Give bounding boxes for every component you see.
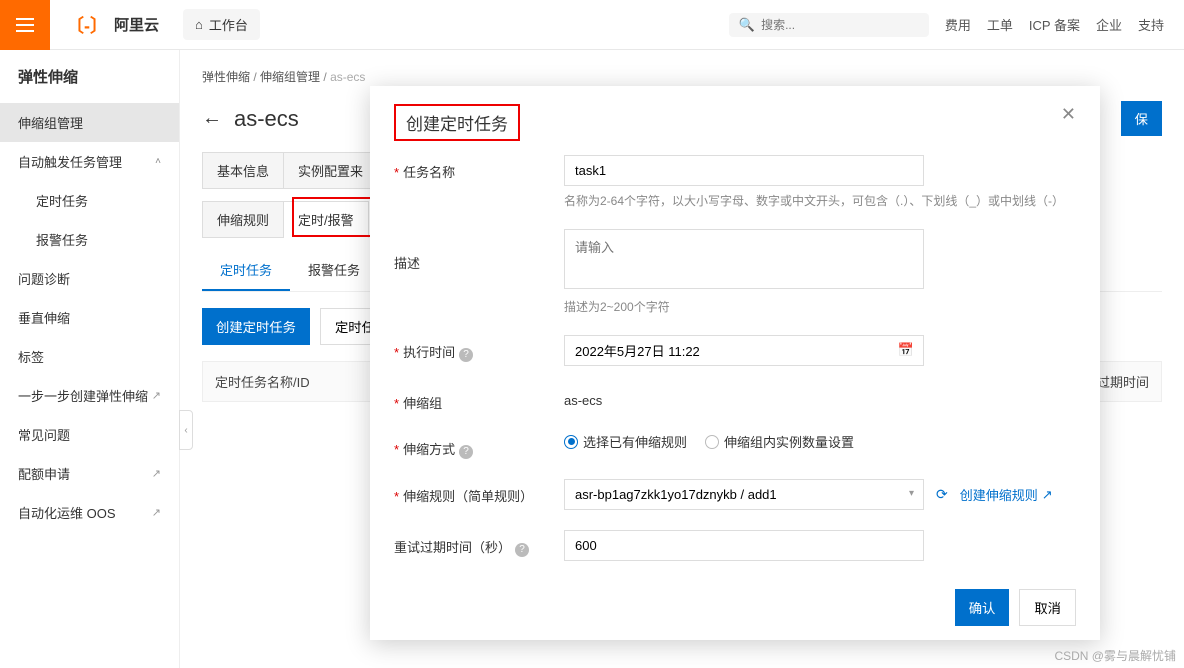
label-method: *伸缩方式? bbox=[394, 432, 564, 459]
radio-instance-count[interactable]: 伸缩组内实例数量设置 bbox=[705, 432, 854, 451]
calendar-icon[interactable]: 📅 bbox=[898, 342, 914, 358]
logo[interactable]: 〔-〕 阿里云 bbox=[50, 12, 175, 38]
sidebar-item-oos[interactable]: 自动化运维 OOS↗ bbox=[0, 493, 179, 532]
search-input[interactable] bbox=[761, 18, 919, 32]
subtab-alarm[interactable]: 报警任务 bbox=[290, 250, 378, 291]
crumb-current: as-ecs bbox=[330, 70, 365, 84]
watermark: CSDN @雾与晨解忧铺 bbox=[1054, 647, 1176, 664]
help-icon[interactable]: ? bbox=[515, 543, 529, 557]
brand-text: 阿里云 bbox=[114, 14, 159, 35]
home-icon: ⌂ bbox=[195, 17, 203, 32]
top-links: 费用 工单 ICP 备案 企业 支持 bbox=[945, 15, 1184, 34]
desc-textarea[interactable] bbox=[564, 229, 924, 289]
retry-input[interactable] bbox=[564, 530, 924, 561]
top-link-support[interactable]: 支持 bbox=[1138, 15, 1164, 34]
hamburger-icon bbox=[16, 18, 34, 32]
sidebar-item-tags[interactable]: 标签 bbox=[0, 337, 179, 376]
sidebar-title: 弹性伸缩 bbox=[0, 50, 179, 103]
label-group: *伸缩组 bbox=[394, 386, 564, 412]
close-icon[interactable]: ✕ bbox=[1061, 104, 1076, 125]
save-button[interactable]: 保 bbox=[1121, 101, 1162, 136]
tab-scheduled-alarm[interactable]: 定时/报警 bbox=[284, 201, 369, 238]
external-link-icon: ↗ bbox=[152, 506, 161, 519]
chevron-up-icon: ˄ bbox=[155, 156, 161, 167]
top-link-enterprise[interactable]: 企业 bbox=[1096, 15, 1122, 34]
workbench-link[interactable]: ⌂ 工作台 bbox=[183, 9, 260, 40]
cancel-button[interactable]: 取消 bbox=[1019, 589, 1076, 626]
sidebar-item-scheduled[interactable]: 定时任务 bbox=[0, 181, 179, 220]
create-scheduled-task-button[interactable]: 创建定时任务 bbox=[202, 308, 310, 345]
sidebar-item-faq[interactable]: 常见问题 bbox=[0, 415, 179, 454]
sidebar: 弹性伸缩 伸缩组管理 自动触发任务管理˄ 定时任务 报警任务 问题诊断 垂直伸缩… bbox=[0, 50, 180, 668]
create-task-modal: 创建定时任务 ✕ *任务名称 名称为2-64个字符，以大小写字母、数字或中文开头… bbox=[370, 86, 1100, 640]
desc-hint: 描述为2~200个字符 bbox=[564, 298, 1076, 315]
sidebar-item-alarm[interactable]: 报警任务 bbox=[0, 220, 179, 259]
task-name-input[interactable] bbox=[564, 155, 924, 186]
radio-existing-rule[interactable]: 选择已有伸缩规则 bbox=[564, 432, 687, 451]
crumb-root[interactable]: 弹性伸缩 bbox=[202, 70, 250, 84]
sidebar-item-quota[interactable]: 配额申请↗ bbox=[0, 454, 179, 493]
refresh-icon[interactable]: ⟳ bbox=[936, 486, 948, 503]
sidebar-collapse-handle[interactable]: ‹ bbox=[179, 410, 193, 450]
modal-title: 创建定时任务 bbox=[406, 115, 508, 134]
sidebar-item-vertical[interactable]: 垂直伸缩 bbox=[0, 298, 179, 337]
group-value: as-ecs bbox=[564, 386, 1076, 408]
label-exec-time: *执行时间? bbox=[394, 335, 564, 362]
top-link-fee[interactable]: 费用 bbox=[945, 15, 971, 34]
create-rule-link[interactable]: 创建伸缩规则↗ bbox=[960, 485, 1053, 504]
label-retry: 重试过期时间（秒）? bbox=[394, 530, 564, 557]
external-link-icon: ↗ bbox=[152, 467, 161, 480]
top-link-ticket[interactable]: 工单 bbox=[987, 15, 1013, 34]
tab-basic-info[interactable]: 基本信息 bbox=[202, 152, 284, 189]
menu-toggle[interactable] bbox=[0, 0, 50, 50]
rule-select[interactable] bbox=[564, 479, 924, 510]
exec-time-input[interactable] bbox=[564, 335, 924, 366]
confirm-button[interactable]: 确认 bbox=[955, 589, 1010, 626]
top-link-icp[interactable]: ICP 备案 bbox=[1029, 15, 1080, 34]
sidebar-item-auto-trigger[interactable]: 自动触发任务管理˄ bbox=[0, 142, 179, 181]
label-task-name: *任务名称 bbox=[394, 155, 564, 181]
label-desc: 描述 bbox=[394, 229, 564, 272]
search-box[interactable]: 🔍 bbox=[729, 13, 929, 37]
sidebar-item-diagnosis[interactable]: 问题诊断 bbox=[0, 259, 179, 298]
tab-instance-config[interactable]: 实例配置来 bbox=[284, 152, 378, 189]
modal-title-highlight: 创建定时任务 bbox=[394, 104, 520, 141]
topbar: 〔-〕 阿里云 ⌂ 工作台 🔍 费用 工单 ICP 备案 企业 支持 bbox=[0, 0, 1184, 50]
page-title: as-ecs bbox=[234, 106, 299, 132]
chevron-down-icon: ▾ bbox=[909, 488, 914, 499]
logo-icon: 〔-〕 bbox=[66, 12, 108, 38]
external-link-icon: ↗ bbox=[152, 389, 161, 402]
tab-scaling-rule[interactable]: 伸缩规则 bbox=[202, 201, 284, 238]
help-icon[interactable]: ? bbox=[459, 445, 473, 459]
help-icon[interactable]: ? bbox=[459, 348, 473, 362]
crumb-group[interactable]: 伸缩组管理 bbox=[260, 70, 320, 84]
back-arrow-icon[interactable]: ← bbox=[202, 107, 222, 130]
search-icon: 🔍 bbox=[739, 17, 755, 33]
sidebar-item-scaling-group[interactable]: 伸缩组管理 bbox=[0, 103, 179, 142]
task-name-hint: 名称为2-64个字符，以大小写字母、数字或中文开头，可包含（.）、下划线（_）或… bbox=[564, 192, 1076, 209]
subtab-scheduled[interactable]: 定时任务 bbox=[202, 250, 290, 291]
breadcrumb: 弹性伸缩 / 伸缩组管理 / as-ecs bbox=[202, 68, 1162, 85]
sidebar-item-stepbystep[interactable]: 一步一步创建弹性伸缩↗ bbox=[0, 376, 179, 415]
label-rule: *伸缩规则（简单规则） bbox=[394, 479, 564, 505]
external-link-icon: ↗ bbox=[1042, 487, 1053, 503]
